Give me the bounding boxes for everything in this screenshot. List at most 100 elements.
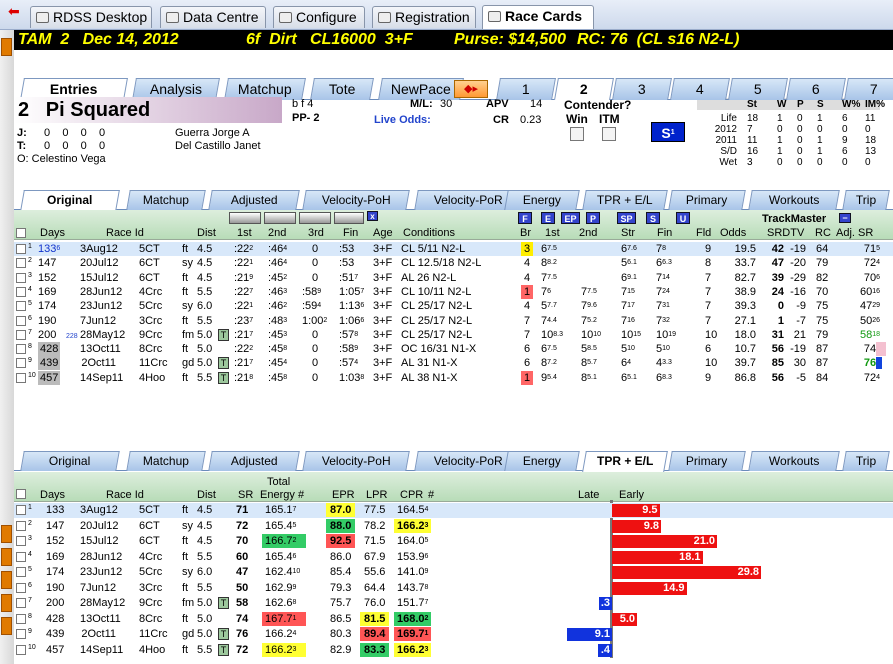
row-checkbox[interactable] bbox=[16, 344, 26, 355]
subtab-primary[interactable]: Primary bbox=[668, 451, 746, 471]
row-checkbox[interactable] bbox=[16, 329, 26, 340]
pp-row[interactable]: 7 200 228 28May12 9Crc fm 5.0 T:217:453 0:578 3+F… bbox=[14, 328, 893, 342]
tpr-row[interactable]: 6 190 7Jun12 3Crc ft 5.5 50 162.99 79.3 64.4 143.7… bbox=[14, 581, 893, 596]
pace-filter-f[interactable]: F bbox=[518, 212, 532, 224]
nav-tab-registration[interactable]: Registration bbox=[372, 6, 476, 28]
subtab-velocity-poh[interactable]: Velocity-PoH bbox=[302, 190, 410, 210]
x-button[interactable]: x bbox=[367, 211, 378, 221]
entry-tab-newpace[interactable]: NewPace bbox=[378, 78, 464, 100]
subtab-energy[interactable]: Energy bbox=[504, 451, 580, 471]
tpr-row[interactable]: 10 457 14Sep11 4Hoo ft 5.5 T 72 166.23 82.9 83.3 16… bbox=[14, 642, 893, 658]
pace-filter-ep[interactable]: EP bbox=[561, 212, 580, 224]
itm-checkbox[interactable] bbox=[602, 127, 616, 141]
tpr-row[interactable]: 8 428 13Oct11 8Crc ft 5.0 74 167.71 86.5 81.5 168.… bbox=[14, 611, 893, 627]
conditions: CL 12.5/18 N2-L bbox=[401, 257, 482, 270]
post-tab-4[interactable]: 4 bbox=[670, 78, 730, 100]
fraction-toggle-button[interactable] bbox=[334, 212, 364, 224]
pace-filter-sp[interactable]: SP bbox=[617, 212, 636, 224]
row-checkbox[interactable] bbox=[16, 372, 26, 383]
row-checkbox[interactable] bbox=[16, 505, 26, 515]
pace-filter-s[interactable]: S bbox=[646, 212, 660, 224]
fraction-toggle-button[interactable] bbox=[229, 212, 261, 224]
tpr-col-late: Late bbox=[578, 489, 600, 501]
days-since: 190 bbox=[46, 581, 65, 594]
tpr-row[interactable]: 1 133 3Aug12 5CT ft 4.5 71 165.17 87.0 77.5 164.54… bbox=[14, 503, 893, 518]
row-checkbox[interactable] bbox=[16, 551, 26, 562]
subtab-primary[interactable]: Primary bbox=[668, 190, 746, 210]
pp-row[interactable]: 9 439 2Oct11 11Crc gd 5.0 T:217:454 0:574 3+F AL … bbox=[14, 356, 893, 371]
row-checkbox[interactable] bbox=[16, 567, 26, 577]
select-all-checkbox[interactable] bbox=[16, 489, 26, 499]
beaten-2nd-main: 10 bbox=[581, 328, 594, 341]
select-all-checkbox[interactable] bbox=[16, 228, 26, 238]
nav-tab-race-cards[interactable]: Race Cards bbox=[482, 5, 594, 29]
collapse-button[interactable]: − bbox=[839, 213, 851, 223]
post-tab-2[interactable]: 2 bbox=[554, 78, 614, 100]
row-checkbox[interactable] bbox=[16, 629, 26, 639]
subtab-trip[interactable]: Trip bbox=[842, 451, 890, 471]
pace-graph-icon[interactable]: ◆▸ bbox=[454, 80, 488, 98]
win-checkbox[interactable] bbox=[570, 127, 584, 141]
nav-tab-data-centre[interactable]: Data Centre bbox=[160, 6, 266, 28]
pp-row[interactable]: 6 190 7Jun12 3Crc ft 5.5:237:483 1:002 1:066 3+F… bbox=[14, 314, 893, 328]
tpr-row[interactable]: 5 174 23Jun12 5Crc sy 6.0 47 162.410 85.4 55.6 141… bbox=[14, 565, 893, 580]
post-tab-5[interactable]: 5 bbox=[728, 78, 788, 100]
subtab-matchup[interactable]: Matchup bbox=[126, 190, 206, 210]
row-checkbox[interactable] bbox=[16, 613, 26, 624]
pp-row[interactable]: 2 147 20Jul12 6CT sy 4.5:221:464 0:53 3+F CL 12.… bbox=[14, 256, 893, 270]
pp-row[interactable]: 8 428 13Oct11 8Crc ft 5.0:222:458 0:589 3+F OC 1… bbox=[14, 342, 893, 357]
pp-row[interactable]: 10 457 14Sep11 4Hoo ft 5.5 T:218:458 0 1:038 3+F A… bbox=[14, 370, 893, 385]
row-checkbox[interactable] bbox=[16, 244, 26, 254]
subtab-adjusted[interactable]: Adjusted bbox=[208, 190, 300, 210]
subtab-energy[interactable]: Energy bbox=[504, 190, 580, 210]
pace-filter-e[interactable]: E bbox=[541, 212, 555, 224]
row-checkbox[interactable] bbox=[16, 358, 26, 369]
days-since: 190 bbox=[38, 314, 56, 328]
post-tab-7[interactable]: 7 bbox=[844, 78, 893, 100]
row-checkbox[interactable] bbox=[16, 315, 26, 326]
subtab-workouts[interactable]: Workouts bbox=[748, 190, 840, 210]
post-tab-1[interactable]: 1 bbox=[496, 78, 556, 100]
row-checkbox[interactable] bbox=[16, 272, 26, 283]
total-energy-sup: 4 bbox=[292, 630, 297, 637]
subtab-original[interactable]: Original bbox=[20, 190, 120, 211]
pace-filter-p[interactable]: P bbox=[586, 212, 600, 224]
subtab-trip[interactable]: Trip bbox=[842, 190, 890, 210]
tpr-row[interactable]: 7 200 28May12 9Crc fm 5.0 T 58 162.68 75.7 76.0 151… bbox=[14, 596, 893, 611]
row-checkbox[interactable] bbox=[16, 536, 26, 546]
subtab-adjusted[interactable]: Adjusted bbox=[208, 451, 300, 471]
tpr-row[interactable]: 4 169 28Jun12 4Crc ft 5.5 60 165.46 86.0 67.9 153.… bbox=[14, 550, 893, 565]
subtab-original[interactable]: Original bbox=[20, 451, 120, 471]
row-checkbox[interactable] bbox=[16, 301, 26, 312]
row-checkbox[interactable] bbox=[16, 582, 26, 593]
pp-row[interactable]: 5 174 23Jun12 5Crc sy 6.0:221:462:594 1:136 3+F… bbox=[14, 299, 893, 313]
nav-tab-rdss-desktop[interactable]: RDSS Desktop bbox=[30, 6, 152, 28]
tpr-row[interactable]: 9 439 2Oct11 11Crc gd 5.0 T 76 166.24 80.3 89.4 169… bbox=[14, 627, 893, 642]
row-checkbox[interactable] bbox=[16, 258, 26, 269]
entry-tab-tote[interactable]: Tote bbox=[310, 78, 374, 100]
subtab-matchup[interactable]: Matchup bbox=[126, 451, 206, 471]
tpr-row[interactable]: 3 152 15Jul12 6CT ft 4.5 70 166.72 92.5 71.5 164.0… bbox=[14, 534, 893, 549]
row-checkbox[interactable] bbox=[16, 286, 26, 297]
pp-row[interactable]: 3 152 15Jul12 6CT ft 4.5:219:452 0:517 3+F AL 26… bbox=[14, 271, 893, 285]
post-tab-6[interactable]: 6 bbox=[786, 78, 846, 100]
third-call: 0 bbox=[312, 257, 319, 270]
tpr-row[interactable]: 2 147 20Jul12 6CT sy 4.5 72 165.45 88.0 78.2 166.2… bbox=[14, 518, 893, 534]
row-checkbox[interactable] bbox=[16, 520, 26, 531]
subtab-tpr-e-l[interactable]: TPR + E/L bbox=[582, 451, 668, 472]
row-checkbox[interactable] bbox=[16, 644, 26, 655]
pace-filter-u[interactable]: U bbox=[676, 212, 690, 224]
subtab-tpr-e-l[interactable]: TPR + E/L bbox=[582, 190, 668, 210]
row-checkbox[interactable] bbox=[16, 598, 26, 608]
pp-row[interactable]: 4 169 28Jun12 4Crc ft 5.5:227:463:589 1:057 3+F… bbox=[14, 284, 893, 299]
fraction-toggle-button[interactable] bbox=[264, 212, 296, 224]
nav-tab-configure[interactable]: Configure bbox=[273, 6, 365, 28]
back-arrow-icon[interactable]: ⬅ bbox=[8, 4, 24, 18]
subtab-workouts[interactable]: Workouts bbox=[748, 451, 840, 471]
pp-row[interactable]: 1 1336 3Aug12 5CT ft 4.5:222:464 0:53 3+F CL 5/1… bbox=[14, 242, 893, 256]
beaten-2nd-sup: 5.2 bbox=[587, 316, 597, 324]
post-tab-3[interactable]: 3 bbox=[612, 78, 672, 100]
fraction-toggle-button[interactable] bbox=[299, 212, 331, 224]
beaten-1st: 67.5 bbox=[541, 242, 557, 256]
subtab-velocity-poh[interactable]: Velocity-PoH bbox=[302, 451, 410, 471]
